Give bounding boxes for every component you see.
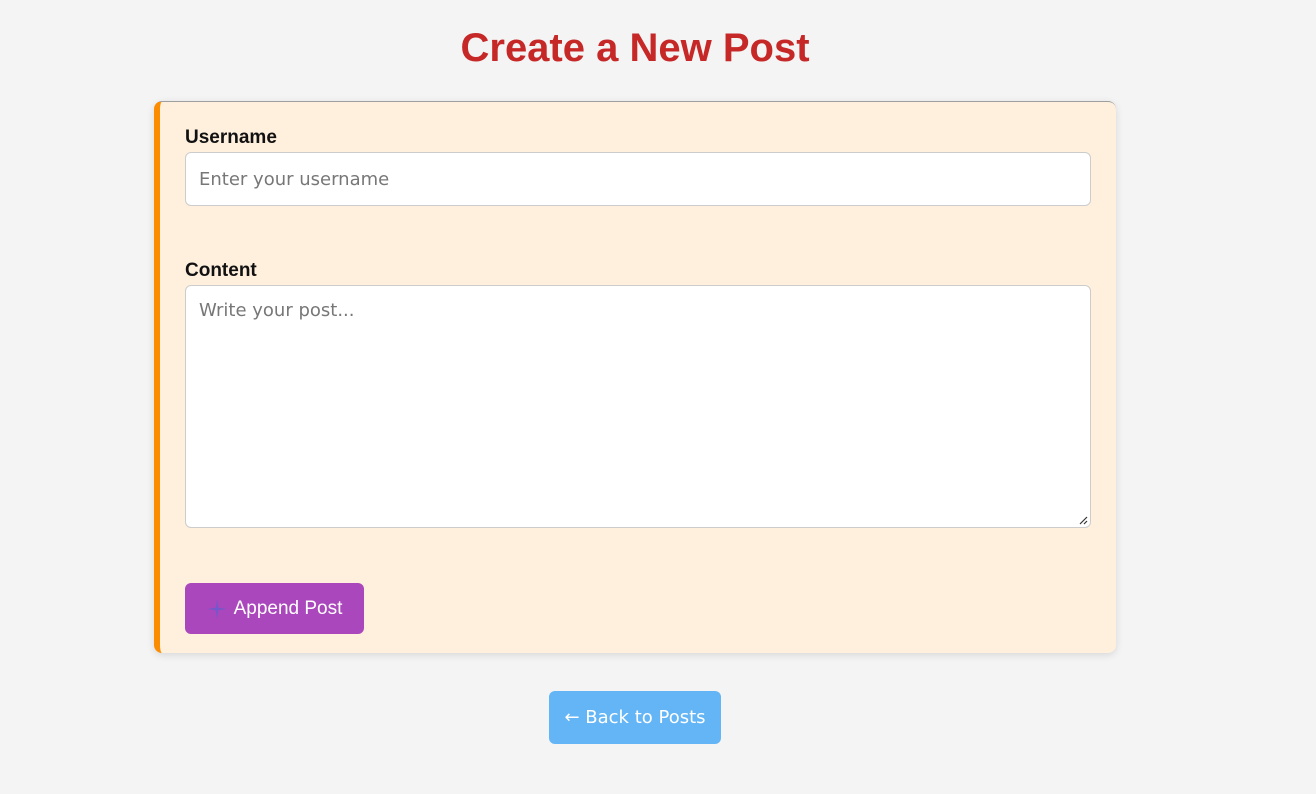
append-post-button[interactable]: Append Post (185, 583, 364, 634)
content-textarea[interactable] (185, 285, 1091, 528)
back-to-posts-button[interactable]: ← Back to Posts (549, 691, 721, 744)
content-label: Content (185, 260, 257, 281)
sparkle-icon (206, 598, 227, 619)
page-title: Create a New Post (460, 26, 810, 70)
username-input[interactable] (185, 152, 1091, 206)
resize-grip-icon[interactable] (1078, 515, 1088, 525)
username-label: Username (185, 127, 277, 148)
post-form-card: Username Content Append Post (154, 101, 1116, 653)
append-post-label: Append Post (233, 597, 343, 619)
page: Create a New Post Username Content Appen… (0, 0, 1316, 794)
